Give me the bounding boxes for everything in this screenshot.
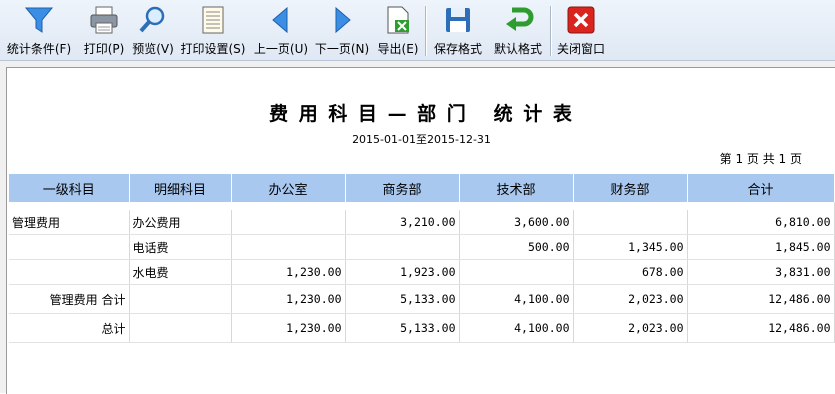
table-cell: 1,845.00 (687, 234, 835, 260)
toolbar-separator (550, 6, 551, 56)
table-cell (9, 259, 130, 285)
arrow-left-icon (272, 6, 288, 34)
table-cell: 1,230.00 (231, 313, 346, 343)
table-cell: 电话费 (129, 234, 232, 260)
table-cell: 管理费用 (9, 210, 130, 235)
toolbar: 统计条件(F) 打印(P) 预览(V) 打印设置(S) 上一页(U) 下一页(N… (0, 0, 835, 61)
table-cell (573, 210, 688, 235)
undo-arrow-icon (506, 7, 534, 31)
close-red-icon (567, 6, 595, 34)
table-cell: 1,230.00 (231, 259, 346, 285)
page-setup-icon (202, 6, 224, 34)
column-header: 一级科目 (9, 174, 130, 202)
subtotal-row: 管理费用 合计 1,230.00 5,133.00 4,100.00 2,023… (9, 284, 835, 314)
table-row: 管理费用 办公费用 3,210.00 3,600.00 6,810.00 (9, 210, 835, 235)
column-header: 技术部 (459, 174, 574, 202)
floppy-disk-icon (446, 8, 470, 32)
table-cell: 管理费用 合计 (9, 284, 130, 314)
preview-button[interactable]: 预览(V) (130, 0, 176, 60)
next-page-button[interactable]: 下一页(N) (314, 0, 370, 60)
save-format-button[interactable]: 保存格式 (430, 0, 486, 60)
print-button[interactable]: 打印(P) (80, 0, 128, 60)
grand-total-row: 总计 1,230.00 5,133.00 4,100.00 2,023.00 1… (9, 313, 835, 343)
table-cell: 3,831.00 (687, 259, 835, 285)
printer-icon (90, 6, 118, 34)
table-cell (9, 234, 130, 260)
table-cell: 1,923.00 (345, 259, 460, 285)
table-cell: 500.00 (459, 234, 574, 260)
table-cell: 5,133.00 (345, 284, 460, 314)
table-cell (129, 284, 232, 314)
table-cell: 4,100.00 (459, 284, 574, 314)
preview-label: 预览(V) (132, 42, 174, 56)
print-label: 打印(P) (83, 42, 125, 56)
save-format-label: 保存格式 (433, 42, 482, 56)
report-page: 费 用 科 目 — 部 门 统 计 表 2015-01-01至2015-12-3… (6, 67, 835, 394)
prev-page-button[interactable]: 上一页(U) (253, 0, 309, 60)
default-format-button[interactable]: 默认格式 (490, 0, 546, 60)
table-cell: 3,600.00 (459, 210, 574, 235)
export-button[interactable]: 导出(E) (376, 0, 420, 60)
table-cell: 办公费用 (129, 210, 232, 235)
page-indicator: 第 1 页 共 1 页 (719, 152, 802, 166)
close-window-label: 关闭窗口 (556, 42, 605, 56)
table-cell: 5,133.00 (345, 313, 460, 343)
filter-icon (24, 7, 54, 33)
table-cell: 6,810.00 (687, 210, 835, 235)
table-cell: 2,023.00 (573, 313, 688, 343)
next-page-label: 下一页(N) (314, 42, 370, 56)
stat-conditions-label: 统计条件(F) (6, 42, 72, 56)
table-cell (231, 234, 346, 260)
table-cell: 总计 (9, 313, 130, 343)
report-period: 2015-01-01至2015-12-31 (352, 133, 491, 146)
table-cell: 12,486.00 (687, 284, 835, 314)
column-header: 合计 (687, 174, 835, 202)
default-format-label: 默认格式 (493, 42, 542, 56)
table-cell: 4,100.00 (459, 313, 574, 343)
column-header: 商务部 (345, 174, 460, 202)
column-header: 办公室 (231, 174, 346, 202)
table-cell (459, 259, 574, 285)
stat-conditions-button[interactable]: 统计条件(F) (4, 0, 74, 60)
table-cell: 3,210.00 (345, 210, 460, 235)
table-cell (345, 234, 460, 260)
column-header: 财务部 (573, 174, 688, 202)
table-cell: 1,230.00 (231, 284, 346, 314)
table-cell: 12,486.00 (687, 313, 835, 343)
print-settings-label: 打印设置(S) (180, 42, 246, 56)
table-cell: 2,023.00 (573, 284, 688, 314)
table-header-row: 一级科目 明细科目 办公室 商务部 技术部 财务部 合计 (9, 174, 835, 202)
report-title: 费 用 科 目 — 部 门 统 计 表 (269, 103, 574, 125)
table-row: 水电费 1,230.00 1,923.00 678.00 3,831.00 (9, 259, 835, 285)
close-window-button[interactable]: 关闭窗口 (555, 0, 607, 60)
print-settings-button[interactable]: 打印设置(S) (180, 0, 246, 60)
table-cell: 水电费 (129, 259, 232, 285)
report-preview-area[interactable]: 费 用 科 目 — 部 门 统 计 表 2015-01-01至2015-12-3… (0, 61, 835, 394)
toolbar-separator (425, 6, 426, 56)
table-row: 电话费 500.00 1,345.00 1,845.00 (9, 234, 835, 260)
table-cell (231, 210, 346, 235)
column-header: 明细科目 (129, 174, 232, 202)
table-cell (129, 313, 232, 343)
magnifier-icon (139, 6, 165, 33)
arrow-right-icon (335, 6, 351, 34)
report-table: 一级科目 明细科目 办公室 商务部 技术部 财务部 合计 管理费用 办公费用 3… (9, 174, 835, 343)
export-excel-icon (387, 6, 409, 34)
table-cell: 1,345.00 (573, 234, 688, 260)
export-label: 导出(E) (377, 42, 419, 56)
table-cell: 678.00 (573, 259, 688, 285)
prev-page-label: 上一页(U) (253, 42, 309, 56)
